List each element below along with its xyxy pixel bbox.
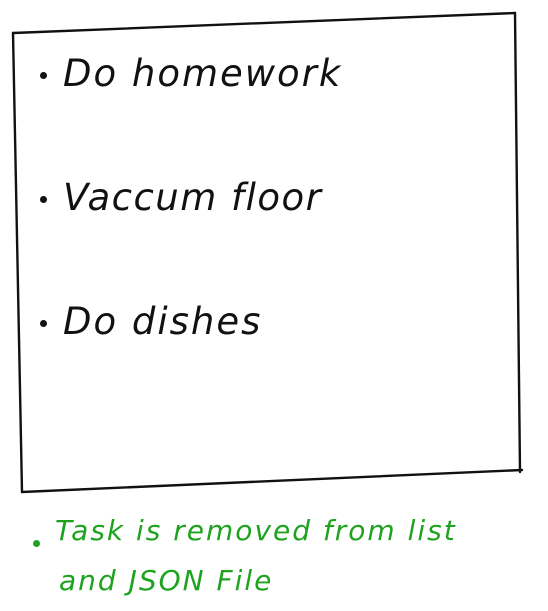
annotation-line-1: Task is removed from list	[55, 514, 457, 547]
list-item: Vaccum floor	[36, 175, 506, 219]
list-item-label: Vaccum floor	[63, 175, 323, 219]
todo-list: Do homework Vaccum floor Do dishes	[36, 52, 506, 424]
list-item-label: Do homework	[63, 51, 343, 95]
annotation-line-2: and JSON File	[59, 564, 274, 597]
bullet-icon	[40, 72, 47, 79]
bullet-icon	[40, 320, 47, 327]
annotation-note: Task is removed from list and JSON File	[33, 506, 533, 606]
bullet-icon	[40, 196, 47, 203]
list-item-label: Do dishes	[63, 299, 263, 343]
bullet-icon	[33, 540, 40, 547]
list-item: Do homework	[36, 51, 506, 95]
list-item: Do dishes	[36, 299, 506, 343]
